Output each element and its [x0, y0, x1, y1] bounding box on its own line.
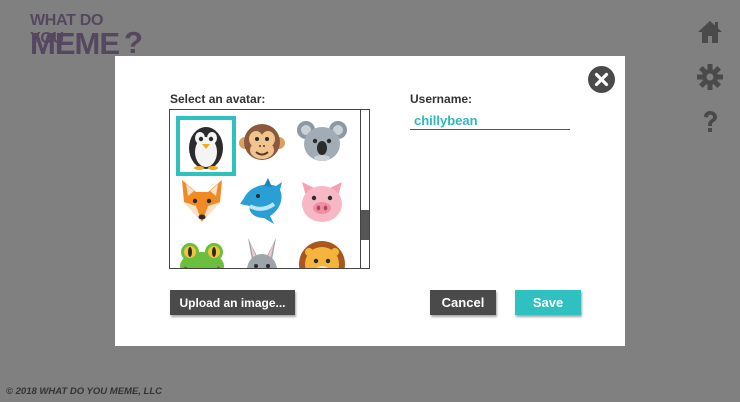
donkey-icon — [247, 238, 277, 268]
lion-icon — [299, 241, 345, 268]
edit-profile-modal: Select an avatar: Username: chillybean U… — [115, 56, 625, 346]
avatar-picker[interactable] — [169, 109, 370, 269]
home-icon[interactable] — [696, 18, 724, 46]
avatar-dolphin[interactable] — [236, 176, 296, 236]
avatar-lion[interactable] — [296, 236, 356, 268]
top-right-nav — [696, 18, 724, 153]
footer-copyright: © 2018 WHAT DO YOU MEME, LLC — [6, 386, 163, 397]
save-button[interactable]: Save — [515, 290, 581, 315]
avatar-fox[interactable] — [176, 176, 236, 236]
koala-icon — [297, 121, 347, 161]
username-label: Username: — [410, 92, 473, 106]
avatar-koala[interactable] — [296, 116, 356, 176]
username-input[interactable] — [410, 111, 570, 130]
avatar-section-label: Select an avatar: — [170, 92, 266, 106]
close-icon — [594, 72, 609, 87]
cancel-button[interactable]: Cancel — [430, 290, 496, 315]
monkey-icon — [239, 124, 285, 160]
avatar-monkey[interactable] — [236, 116, 296, 176]
help-icon[interactable] — [696, 108, 724, 136]
frog-icon — [180, 243, 224, 268]
logo-question-mark: ? — [124, 25, 143, 60]
avatar-pig[interactable] — [296, 176, 356, 236]
upload-image-button[interactable]: Upload an image... — [170, 290, 295, 315]
logo-line2: MEME — [30, 26, 120, 61]
penguin-icon — [189, 127, 223, 170]
avatar-scrollbar[interactable] — [360, 110, 369, 268]
avatar-donkey[interactable] — [236, 236, 296, 268]
close-button[interactable] — [588, 66, 615, 93]
gear-icon[interactable] — [696, 63, 724, 91]
avatar-penguin[interactable] — [176, 116, 236, 176]
fox-icon — [182, 180, 222, 222]
dolphin-icon — [240, 178, 282, 224]
avatar-frog[interactable] — [176, 236, 236, 268]
avatar-scroll-thumb[interactable] — [361, 210, 369, 240]
pig-icon — [302, 182, 342, 222]
